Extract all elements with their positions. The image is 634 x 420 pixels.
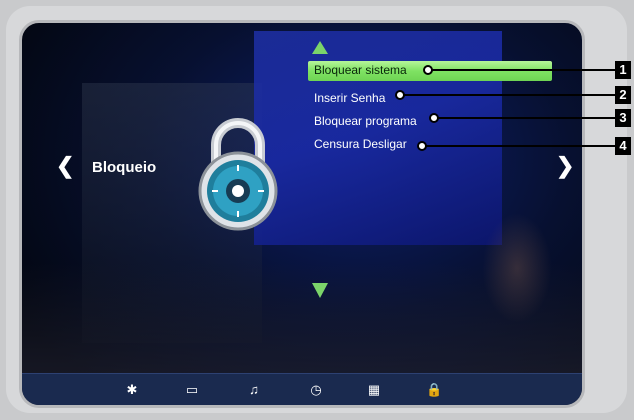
grid-icon[interactable]: ▦: [366, 382, 382, 398]
chevron-left-icon[interactable]: ❮: [56, 153, 74, 179]
callout-number: 4: [615, 137, 631, 155]
lock-icon[interactable]: 🔒: [426, 382, 442, 398]
menu-item-label: Bloquear programa: [314, 114, 417, 128]
padlock-icon: [198, 118, 278, 231]
callout-number: 2: [615, 86, 631, 104]
menu-item-bloquear-programa[interactable]: Bloquear programa: [308, 112, 423, 132]
callout-line: [431, 69, 615, 71]
menu-item-label: Bloquear sistema: [314, 63, 407, 77]
menu-item-censura-desligar[interactable]: Censura Desligar: [308, 135, 413, 155]
callout-line: [425, 145, 615, 147]
background-figure: [482, 213, 552, 323]
callout-number: 1: [615, 61, 631, 79]
chevron-right-icon[interactable]: ❯: [556, 153, 574, 179]
music-icon[interactable]: ♫: [246, 382, 262, 398]
menu-item-label: Inserir Senha: [314, 91, 386, 105]
monitor-icon[interactable]: ▭: [184, 382, 200, 398]
clock-icon[interactable]: ◷: [308, 382, 324, 398]
gear-icon[interactable]: ✱: [124, 382, 140, 398]
triangle-down-icon[interactable]: [312, 283, 328, 298]
menu-item-label: Censura Desligar: [314, 137, 407, 151]
triangle-up-icon[interactable]: [312, 41, 328, 54]
bottom-menu-bar: ✱ ▭ ♫ ◷ ▦ 🔒: [22, 373, 582, 405]
tv-screen: ❮ ❯ Bloqueio Bloquear sistema Inserir Se…: [19, 20, 585, 408]
section-title: Bloqueio: [92, 159, 157, 176]
callout-number: 3: [615, 109, 631, 127]
callout-line: [437, 117, 615, 119]
menu-item-inserir-senha[interactable]: Inserir Senha: [308, 89, 391, 109]
callout-line: [403, 94, 615, 96]
